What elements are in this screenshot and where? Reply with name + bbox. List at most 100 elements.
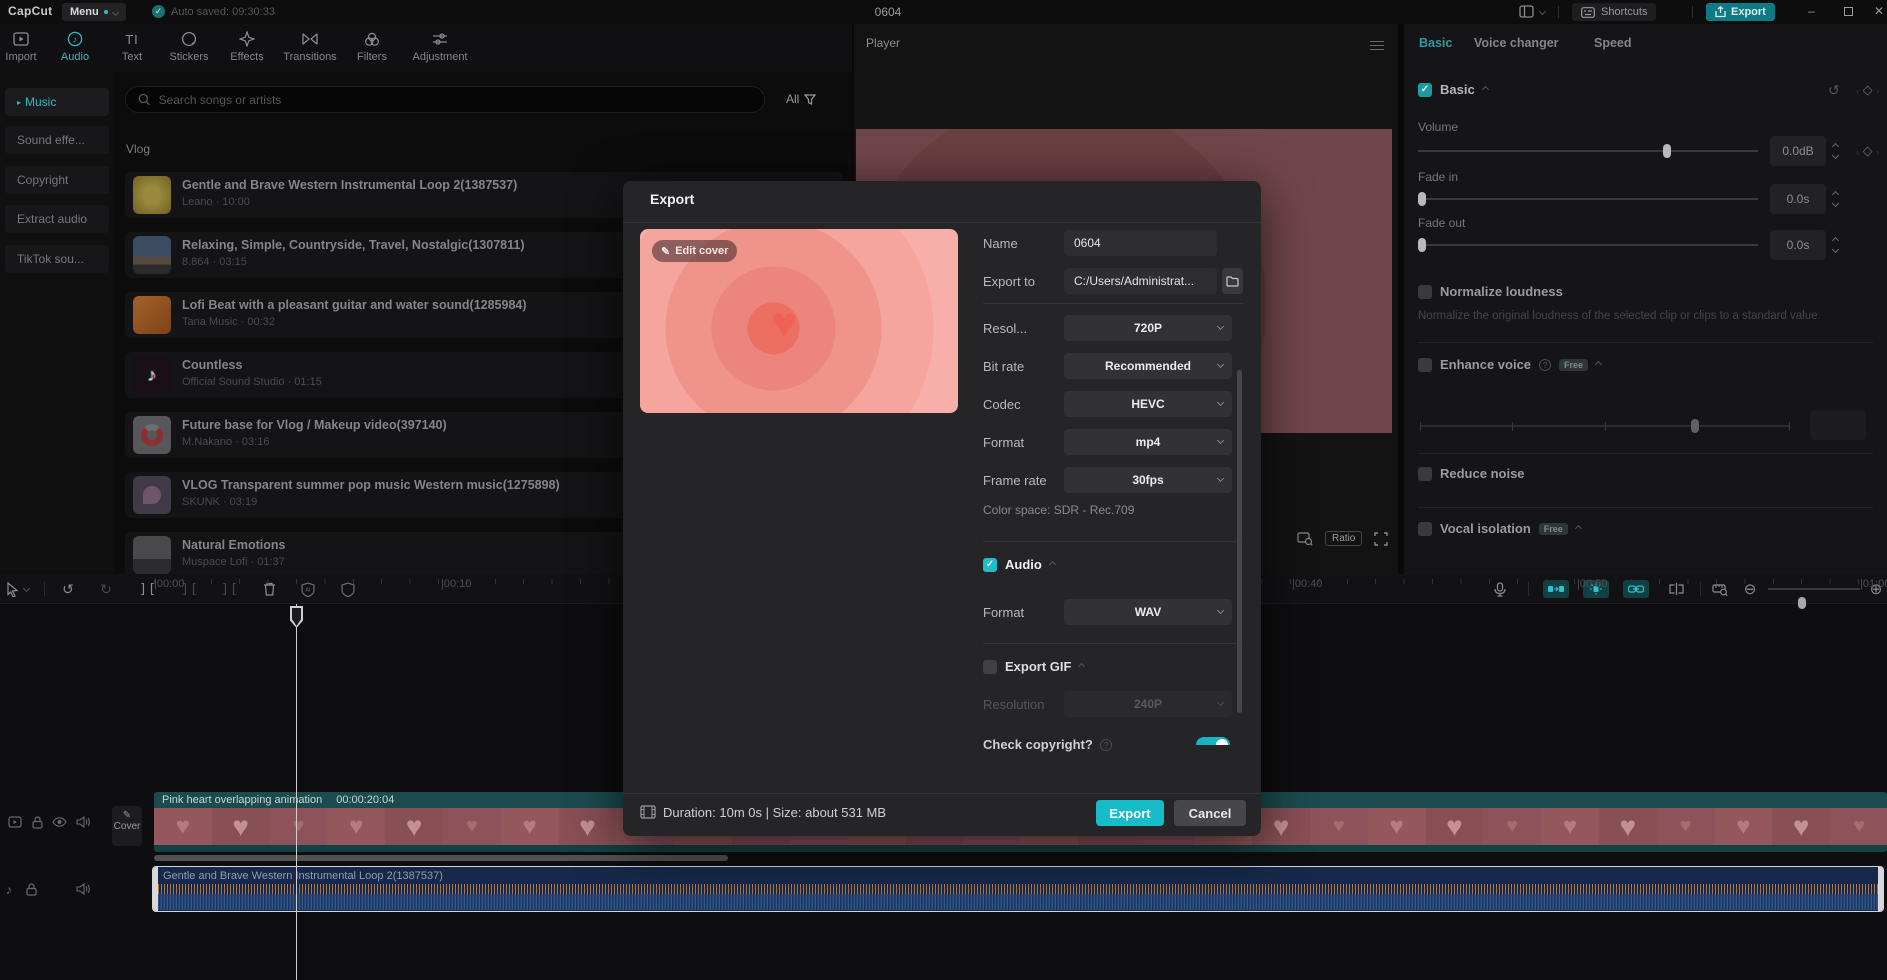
undo-icon[interactable]: ↺ (58, 579, 78, 599)
keyframe-icon[interactable]: ‹ ◇ › (1856, 82, 1879, 98)
filter-all[interactable]: All (786, 92, 817, 106)
edit-cover-button[interactable]: ✎ Edit cover (652, 240, 738, 262)
fade-out-slider[interactable] (1418, 238, 1758, 252)
search-bar[interactable] (125, 86, 765, 113)
mute-track-icon[interactable] (74, 813, 92, 831)
player-menu-icon[interactable] (1370, 38, 1384, 53)
ruler-label: |00:00 (154, 578, 185, 590)
dialog-scrollbar[interactable] (1237, 370, 1242, 713)
media-tab-bar: Import ♪ Audio TI Text Stickers Effects … (0, 24, 852, 72)
fade-in-slider[interactable] (1418, 192, 1758, 206)
music-thumbnail (133, 536, 171, 574)
export-dialog: Export ♥ ✎ Edit cover Name Export to Res… (623, 181, 1261, 836)
audio-checkbox[interactable]: ✓ (983, 557, 997, 572)
volume-value[interactable]: 0.0dB (1770, 136, 1826, 166)
lock-icon[interactable] (22, 880, 40, 898)
ratio-button[interactable]: Ratio (1325, 531, 1363, 546)
lock-icon[interactable] (28, 813, 46, 831)
divider (623, 793, 1261, 794)
tab-speed[interactable]: Speed (1594, 36, 1632, 50)
name-label: Name (983, 236, 1018, 251)
fade-out-slider-thumb[interactable] (1418, 238, 1426, 252)
export-button-top[interactable]: Export (1706, 3, 1775, 21)
reset-icon[interactable]: ↺ (1828, 82, 1840, 99)
tab-stickers[interactable]: Stickers (157, 30, 221, 63)
layout-icon[interactable] (1519, 5, 1534, 18)
collapse-icon[interactable] (1574, 524, 1582, 533)
basic-checkbox[interactable]: ✓ (1418, 82, 1432, 97)
fade-in-stepper[interactable] (1828, 184, 1842, 214)
collapse-icon[interactable] (1048, 560, 1056, 569)
tab-voice-changer[interactable]: Voice changer (1474, 36, 1559, 50)
tab-filters[interactable]: Filters (340, 30, 404, 63)
autosave-status: ✓ Auto saved: 09:30:33 (152, 5, 275, 18)
sidebar-item-copyright[interactable]: Copyright (5, 166, 109, 194)
name-input[interactable] (1064, 230, 1217, 256)
menu-button[interactable]: Menu (62, 3, 126, 21)
redo-icon[interactable]: ↻ (96, 579, 116, 599)
cursor-options-chevron-icon[interactable] (22, 584, 31, 593)
close-button[interactable]: ✕ (1874, 4, 1884, 18)
normalize-checkbox[interactable] (1418, 284, 1432, 299)
tab-audio[interactable]: ♪ Audio (43, 30, 107, 63)
collapse-icon[interactable] (1595, 360, 1603, 369)
sidebar-item-extract-audio[interactable]: Extract audio (5, 205, 109, 233)
eye-icon[interactable] (50, 813, 68, 831)
zoom-fit-icon[interactable] (1297, 531, 1313, 546)
chevron-down-icon (1216, 360, 1225, 369)
cancel-button[interactable]: Cancel (1174, 800, 1246, 826)
search-input[interactable] (158, 92, 752, 107)
enhance-voice-checkbox[interactable] (1418, 357, 1432, 372)
tab-text[interactable]: TI Text (100, 30, 164, 64)
timeline-zoom-slider[interactable] (1768, 588, 1860, 609)
format-dropdown[interactable]: mp4 (1064, 429, 1232, 455)
volume-slider-thumb[interactable] (1663, 144, 1671, 158)
collapse-icon[interactable] (1078, 662, 1086, 671)
framerate-dropdown[interactable]: 30fps (1064, 467, 1232, 493)
browse-folder-button[interactable] (1222, 268, 1243, 294)
sidebar-item-music[interactable]: ▸ Music (5, 88, 109, 116)
export-path-input[interactable] (1064, 268, 1217, 294)
fullscreen-icon[interactable] (1374, 531, 1389, 546)
shortcuts-button[interactable]: Shortcuts (1572, 3, 1657, 21)
tab-basic[interactable]: Basic (1419, 36, 1452, 50)
divider (623, 222, 1261, 223)
horizontal-scrollbar[interactable] (154, 855, 728, 861)
resolution-dropdown[interactable]: 720P (1064, 315, 1232, 341)
playhead[interactable] (296, 604, 297, 980)
tab-adjustment[interactable]: Adjustment (408, 30, 472, 63)
timeline-zoom-thumb[interactable] (1798, 597, 1806, 609)
fade-in-value[interactable]: 0.0s (1770, 184, 1826, 214)
fade-in-slider-thumb[interactable] (1418, 192, 1426, 206)
volume-slider[interactable] (1418, 144, 1758, 158)
audio-format-dropdown[interactable]: WAV (1064, 599, 1232, 625)
reduce-noise-checkbox[interactable] (1418, 466, 1432, 481)
check-circle-icon: ✓ (152, 5, 165, 18)
export-gif-checkbox[interactable] (983, 659, 997, 674)
volume-stepper[interactable] (1828, 136, 1842, 166)
audio-track-icon: ♪ (5, 881, 13, 897)
maximize-button[interactable] (1844, 7, 1853, 16)
cover-button[interactable]: ✎ Cover (112, 806, 142, 846)
tab-effects[interactable]: Effects (215, 30, 279, 63)
select-cursor-icon[interactable] (2, 579, 22, 599)
normalize-description: Normalize the original loudness of the s… (1418, 310, 1818, 322)
vocal-isolation-checkbox[interactable] (1418, 521, 1432, 536)
fade-out-stepper[interactable] (1828, 230, 1842, 260)
tab-transitions[interactable]: Transitions (278, 30, 342, 63)
player-controls: Ratio (1297, 531, 1389, 546)
svg-text:AI: AI (305, 587, 311, 593)
audio-clip[interactable]: Gentle and Brave Western Instrumental Lo… (152, 866, 1884, 912)
export-confirm-button[interactable]: Export (1096, 800, 1164, 826)
minimize-button[interactable]: – (1808, 4, 1815, 18)
export-to-label: Export to (983, 274, 1036, 289)
fade-out-value[interactable]: 0.0s (1770, 230, 1826, 260)
collapse-icon[interactable] (1481, 85, 1489, 94)
sidebar-item-sound-effects[interactable]: Sound effe... (5, 126, 109, 154)
bitrate-dropdown[interactable]: Recommended (1064, 353, 1232, 379)
codec-dropdown[interactable]: HEVC (1064, 391, 1232, 417)
mute-track-icon[interactable] (74, 880, 92, 898)
chevron-down-icon[interactable] (1538, 7, 1547, 16)
volume-keyframe-icon[interactable]: ‹ ◇ › (1856, 143, 1879, 159)
sidebar-item-tiktok-sounds[interactable]: TikTok sou... (5, 245, 109, 273)
